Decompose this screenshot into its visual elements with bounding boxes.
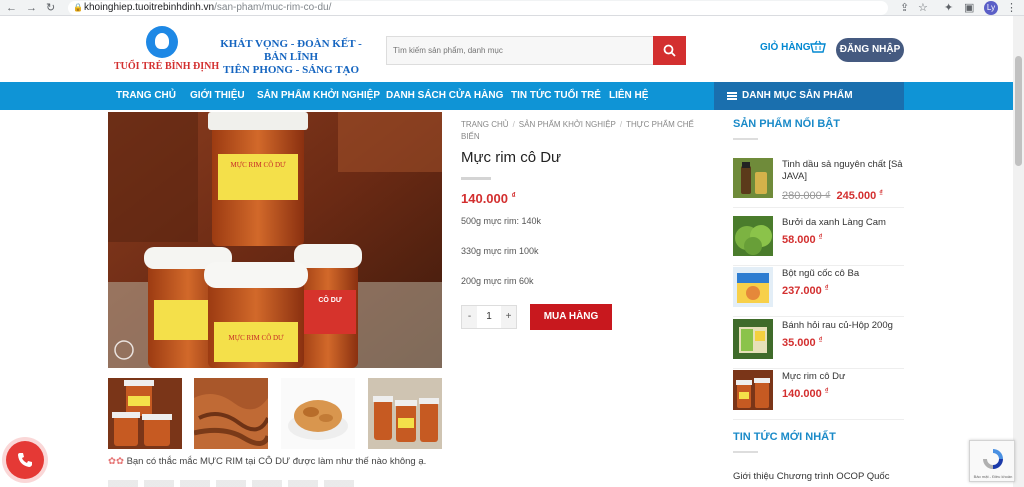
thumbnail-4[interactable] <box>368 378 442 449</box>
variant-500g: 500g mực rim: 140k <box>461 216 542 226</box>
call-button[interactable] <box>6 441 44 479</box>
featured-item-banh-hoi[interactable]: Bánh hỏi rau củ-Hộp 200g 35.000 ₫ <box>733 319 904 369</box>
product-thumb <box>733 370 773 410</box>
quantity-plus-button[interactable]: + <box>501 306 516 328</box>
product-thumb <box>733 319 773 359</box>
address-bar[interactable]: 🔒 khoinghiep.tuoitrebinhdinh.vn/san-pham… <box>68 1 888 15</box>
page-scrollbar[interactable] <box>1013 16 1024 487</box>
logo-emblem-icon <box>146 26 178 58</box>
featured-products-title: SẢN PHẨM NỔI BẬT <box>733 118 840 130</box>
cart-link[interactable]: GIỎ HÀNG <box>760 42 811 53</box>
variant-330g: 330g mực rim 100k <box>461 246 539 256</box>
profile-avatar[interactable]: Ly <box>984 1 998 15</box>
recaptcha-badge[interactable]: Bảo mật - Điều khoản <box>969 440 1015 482</box>
slogan-line-2: TIÊN PHONG - SÁNG TẠO <box>222 64 360 76</box>
thumbnail-1[interactable] <box>108 378 182 449</box>
breadcrumb: TRANG CHỦ / SẢN PHẨM KHỞI NGHIỆP / THỰC PHẨM… <box>461 120 694 141</box>
hamburger-icon <box>727 92 737 100</box>
nav-startup-products[interactable]: SẢN PHẨM KHỞI NGHIỆP <box>257 82 380 110</box>
featured-title-divider <box>733 138 758 140</box>
nav-store-list[interactable]: DANH SÁCH CỬA HÀNG <box>386 82 503 110</box>
news-item-ocop[interactable]: Giới thiệu Chương trình OCOP Quốc <box>733 471 889 482</box>
thumbnail-2[interactable] <box>194 378 268 449</box>
featured-item-name: Bột ngũ cốc cô Ba <box>782 268 860 279</box>
variant-200g: 200g mực rim 60k <box>461 276 534 286</box>
featured-item-pomelo[interactable]: Bưởi da xanh Làng Cam 58.000 ₫ <box>733 216 904 266</box>
quantity-input[interactable]: 1 <box>477 306 501 328</box>
product-thumb <box>733 216 773 256</box>
description-continuation <box>108 480 358 487</box>
reload-icon[interactable]: ↻ <box>46 1 55 15</box>
nav-about[interactable]: GIỚI THIỆU <box>190 82 245 110</box>
featured-item-name: Bưởi da xanh Làng Cam <box>782 217 886 228</box>
featured-item-price: 140.000 ₫ <box>782 388 829 400</box>
thumbnail-3[interactable] <box>281 378 355 449</box>
slogan: KHÁT VỌNG - ĐOÀN KẾT - BẢN LĨNH TIÊN PHO… <box>210 38 372 77</box>
featured-item-price: 35.000 ₫ <box>782 337 823 349</box>
sidepanel-icon[interactable]: ▣ <box>964 1 974 15</box>
menu-icon[interactable]: ⋮ <box>1006 1 1017 15</box>
nav-home[interactable]: TRANG CHỦ <box>116 82 176 110</box>
buy-button[interactable]: MUA HÀNG <box>530 304 612 330</box>
browser-toolbar: ← → ↻ 🔒 khoinghiep.tuoitrebinhdinh.vn/sa… <box>0 0 1024 16</box>
flower-emoji-icon: ✿✿ <box>108 456 124 467</box>
product-description: ✿✿ Bạn có thắc mắc MỰC RIM tại CÔ DƯ đượ… <box>108 456 427 467</box>
search-icon <box>663 44 676 57</box>
url-host: khoinghiep.tuoitrebinhdinh.vn <box>84 2 215 13</box>
login-button[interactable]: ĐĂNG NHẬP <box>836 38 904 62</box>
product-title: Mực rim cô Dư <box>461 149 562 166</box>
breadcrumb-category[interactable]: SẢN PHẨM KHỞI NGHIỆP <box>519 120 616 129</box>
quantity-minus-button[interactable]: - <box>462 306 477 328</box>
category-menu[interactable]: DANH MỤC SẢN PHẨM <box>714 82 904 110</box>
featured-item-essential-oil[interactable]: Tinh dầu sả nguyên chất [Sả JAVA] 280.00… <box>733 158 904 208</box>
product-thumb <box>733 158 773 198</box>
featured-item-price: 237.000 ₫ <box>782 285 829 297</box>
search-input[interactable] <box>387 37 653 64</box>
featured-item-price: 280.000 ₫ 245.000 ₫ <box>782 190 883 202</box>
logo-text: TUỔI TRẺ BÌNH ĐỊNH <box>114 61 220 72</box>
svg-text:MỰC RIM CÔ DƯ: MỰC RIM CÔ DƯ <box>228 334 284 342</box>
category-menu-label: DANH MỤC SẢN PHẨM <box>742 90 853 101</box>
breadcrumb-home[interactable]: TRANG CHỦ <box>461 120 509 129</box>
product-price: 140.000 ₫ <box>461 191 516 206</box>
recaptcha-terms: Bảo mật - Điều khoản <box>973 474 1013 479</box>
star-icon[interactable]: ☆ <box>918 1 928 15</box>
featured-item-squid[interactable]: Mực rim cô Dư 140.000 ₫ <box>733 370 904 420</box>
featured-item-cereal[interactable]: Bột ngũ cốc cô Ba 237.000 ₫ <box>733 267 904 317</box>
featured-item-name: Tinh dầu sả nguyên chất [Sả JAVA] <box>782 159 903 182</box>
slogan-line-1: KHÁT VỌNG - ĐOÀN KẾT - BẢN LĨNH <box>220 38 362 63</box>
forward-icon[interactable]: → <box>26 1 37 15</box>
lock-icon: 🔒 <box>73 3 83 12</box>
product-main-image[interactable]: MỰC RIM CÔ DƯ CÔ DƯ MỰC RIM CÔ DƯ <box>108 112 442 368</box>
nav-contact[interactable]: LIÊN HỆ <box>609 82 648 110</box>
nav-youth-news[interactable]: TIN TỨC TUỔI TRẺ <box>511 82 601 110</box>
share-icon[interactable]: ⇪ <box>900 1 909 15</box>
latest-news-title: TIN TỨC MỚI NHẤT <box>733 431 836 443</box>
featured-item-price: 58.000 ₫ <box>782 234 823 246</box>
url-path: /san-pham/muc-rim-co-du/ <box>214 2 332 13</box>
svg-text:MỰC RIM CÔ DƯ: MỰC RIM CÔ DƯ <box>230 161 286 169</box>
news-title-divider <box>733 451 758 453</box>
back-icon[interactable]: ← <box>6 1 17 15</box>
title-divider <box>461 177 491 180</box>
featured-item-name: Mực rim cô Dư <box>782 371 846 382</box>
recaptcha-icon <box>983 449 1003 469</box>
quantity-stepper: - 1 + <box>461 305 517 329</box>
phone-icon <box>18 453 32 467</box>
svg-text:CÔ DƯ: CÔ DƯ <box>318 295 342 304</box>
product-thumb <box>733 267 773 307</box>
featured-item-name: Bánh hỏi rau củ-Hộp 200g <box>782 320 893 331</box>
search-button[interactable] <box>653 36 686 65</box>
site-logo[interactable]: TUỔI TRẺ BÌNH ĐỊNH <box>114 26 219 76</box>
scrollbar-thumb[interactable] <box>1015 56 1022 166</box>
basket-icon[interactable] <box>810 40 826 54</box>
extensions-icon[interactable]: ✦ <box>944 1 953 15</box>
search-box <box>386 36 686 65</box>
